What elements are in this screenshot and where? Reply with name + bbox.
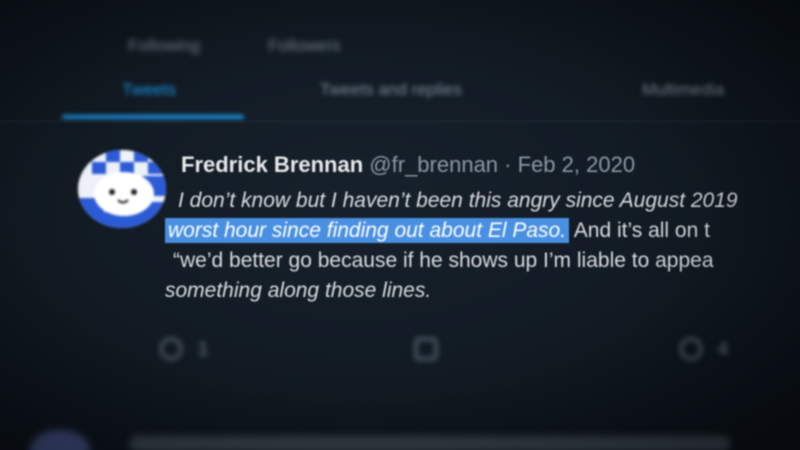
tweet-date[interactable]: Feb 2, 2020 [518,152,635,177]
profile-stats-line [110,2,490,24]
text-selection-highlight: worst hour since finding out about El Pa… [165,218,570,243]
like-button[interactable]: 4 [680,338,728,360]
retweet-icon [415,338,437,360]
retweet-button[interactable] [415,338,453,360]
next-tweet-preview[interactable] [30,430,800,450]
tweet-line-4: something along those lines. [165,279,432,302]
tab-tweets[interactable]: Tweets [122,80,176,100]
tweet-line-2: worst hour since finding out about El Pa… [165,216,800,246]
profile-tabs: Tweets Tweets and replies Multimedia [0,70,800,120]
next-tweet-header [130,436,730,450]
tabs-divider [0,121,800,122]
tweet-line-1: I don’t know but I haven’t been this ang… [178,189,738,212]
tweet-text[interactable]: I don’t know but I haven’t been this ang… [165,186,800,306]
like-count: 4 [718,338,729,359]
follow-stats: Following Followers [120,36,341,56]
author-name[interactable]: Fredrick Brennan [181,152,363,177]
next-tweet-avatar [30,430,90,450]
following-stat[interactable]: Following [120,36,200,56]
followers-label: Followers [267,36,341,55]
like-icon [680,338,702,360]
tweet-header: Fredrick Brennan @fr_brennan · Feb 2, 20… [181,152,635,178]
avatar-image [78,150,166,228]
reply-button[interactable]: 1 [160,338,208,360]
tab-tweets-and-replies[interactable]: Tweets and replies [320,80,462,100]
reply-icon [160,338,182,360]
following-label: Following [128,36,200,55]
tweet-actions: 1 4 [150,338,800,372]
tweet-line-2-rest: And it’s all on t [569,219,710,242]
header-separator: · [504,152,512,177]
tweet-line-3: “we’d better go because if he shows up I… [173,249,714,272]
tab-multimedia[interactable]: Multimedia [642,80,724,100]
active-tab-indicator [62,115,244,119]
followers-stat[interactable]: Followers [260,36,341,56]
reply-count: 1 [198,338,209,359]
avatar[interactable] [78,150,166,228]
author-handle[interactable]: @fr_brennan [369,152,498,177]
twitter-profile-view: Following Followers Tweets Tweets and re… [0,0,800,450]
